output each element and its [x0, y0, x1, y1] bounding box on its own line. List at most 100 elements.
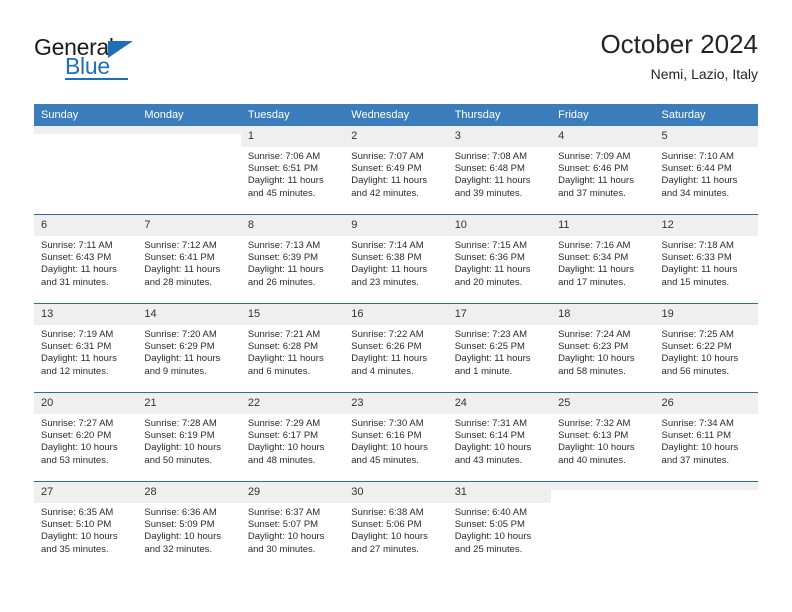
day-cell[interactable]: 3 Sunrise: 7:08 AM Sunset: 6:48 PM Dayli…	[447, 126, 552, 215]
day-number: 1	[240, 126, 345, 147]
sunset-text: Sunset: 6:29 PM	[144, 341, 215, 353]
calendar-body: 1 Sunrise: 7:06 AM Sunset: 6:51 PM Dayli…	[34, 126, 758, 570]
day-cell-inner: 6 Sunrise: 7:11 AM Sunset: 6:43 PM Dayli…	[34, 215, 138, 303]
day-cell-inner: 5 Sunrise: 7:10 AM Sunset: 6:44 PM Dayli…	[654, 126, 758, 214]
day-cell[interactable]: 19 Sunrise: 7:25 AM Sunset: 6:22 PM Dayl…	[654, 303, 758, 393]
day-cell[interactable]: 8 Sunrise: 7:13 AM Sunset: 6:39 PM Dayli…	[240, 214, 345, 304]
sunrise-text: Sunrise: 7:34 AM	[661, 418, 734, 429]
day-cell-inner: 12 Sunrise: 7:18 AM Sunset: 6:33 PM Dayl…	[654, 215, 758, 303]
day-cell[interactable]: 13 Sunrise: 7:19 AM Sunset: 6:31 PM Dayl…	[34, 303, 138, 393]
daylight-text-line2: and 34 minutes.	[661, 187, 730, 199]
day-number: 7	[137, 215, 241, 236]
week-row: 13 Sunrise: 7:19 AM Sunset: 6:31 PM Dayl…	[34, 303, 758, 393]
day-cell[interactable]: 21 Sunrise: 7:28 AM Sunset: 6:19 PM Dayl…	[137, 392, 241, 482]
day-details: Sunrise: 7:34 AM Sunset: 6:11 PM Dayligh…	[655, 414, 758, 467]
day-number: 26	[654, 393, 758, 414]
day-cell[interactable]: 24 Sunrise: 7:31 AM Sunset: 6:14 PM Dayl…	[447, 392, 552, 482]
day-cell[interactable]: 18 Sunrise: 7:24 AM Sunset: 6:23 PM Dayl…	[551, 303, 655, 393]
day-cell[interactable]: 20 Sunrise: 7:27 AM Sunset: 6:20 PM Dayl…	[34, 392, 138, 482]
daylight-text-line2: and 50 minutes.	[144, 454, 213, 466]
sunrise-text: Sunrise: 7:32 AM	[558, 418, 631, 429]
day-details: Sunrise: 7:07 AM Sunset: 6:49 PM Dayligh…	[344, 147, 447, 200]
day-cell-inner: 9 Sunrise: 7:14 AM Sunset: 6:38 PM Dayli…	[344, 215, 448, 303]
day-cell[interactable]	[654, 482, 758, 570]
daylight-text-line2: and 25 minutes.	[454, 543, 523, 555]
day-cell[interactable]: 11 Sunrise: 7:16 AM Sunset: 6:34 PM Dayl…	[551, 214, 655, 304]
day-cell-inner: 29 Sunrise: 6:37 AM Sunset: 5:07 PM Dayl…	[240, 482, 345, 570]
day-cell[interactable]: 26 Sunrise: 7:34 AM Sunset: 6:11 PM Dayl…	[654, 392, 758, 482]
sunset-text: Sunset: 6:43 PM	[41, 252, 112, 264]
day-details: Sunrise: 7:22 AM Sunset: 6:26 PM Dayligh…	[344, 325, 447, 378]
day-cell[interactable]: 12 Sunrise: 7:18 AM Sunset: 6:33 PM Dayl…	[654, 214, 758, 304]
daylight-text-line1: Daylight: 11 hours	[144, 353, 221, 365]
daylight-text-line2: and 31 minutes.	[41, 276, 109, 288]
day-cell-inner: 13 Sunrise: 7:19 AM Sunset: 6:31 PM Dayl…	[34, 304, 138, 392]
day-number: 5	[654, 126, 758, 147]
location-subtitle: Nemi, Lazio, Italy	[650, 66, 758, 82]
daylight-text-line2: and 45 minutes.	[351, 454, 419, 466]
daylight-text-line2: and 35 minutes.	[41, 543, 109, 555]
sunset-text: Sunset: 6:36 PM	[454, 252, 525, 264]
day-cell[interactable]: 15 Sunrise: 7:21 AM Sunset: 6:28 PM Dayl…	[240, 303, 345, 393]
day-cell-inner	[34, 126, 138, 214]
day-number: 27	[34, 482, 138, 503]
day-cell[interactable]: 17 Sunrise: 7:23 AM Sunset: 6:25 PM Dayl…	[447, 303, 552, 393]
sunset-text: Sunset: 6:23 PM	[558, 341, 629, 353]
sunrise-text: Sunrise: 7:10 AM	[661, 151, 734, 162]
daylight-text-line1: Daylight: 10 hours	[454, 531, 532, 543]
sunrise-text: Sunrise: 7:07 AM	[351, 151, 424, 162]
daylight-text-line1: Daylight: 11 hours	[247, 175, 324, 187]
day-number: 20	[34, 393, 138, 414]
day-cell[interactable]: 2 Sunrise: 7:07 AM Sunset: 6:49 PM Dayli…	[344, 126, 448, 215]
day-cell[interactable]: 29 Sunrise: 6:37 AM Sunset: 5:07 PM Dayl…	[240, 482, 345, 570]
daylight-text-line1: Daylight: 11 hours	[247, 264, 324, 276]
day-cell[interactable]	[137, 126, 241, 215]
day-cell[interactable]: 10 Sunrise: 7:15 AM Sunset: 6:36 PM Dayl…	[447, 214, 552, 304]
day-cell[interactable]: 6 Sunrise: 7:11 AM Sunset: 6:43 PM Dayli…	[34, 214, 138, 304]
sunrise-text: Sunrise: 7:19 AM	[41, 329, 114, 340]
sunset-text: Sunset: 6:14 PM	[454, 430, 525, 442]
calendar-header-row: Sunday Monday Tuesday Wednesday Thursday…	[34, 104, 758, 126]
day-cell[interactable]: 9 Sunrise: 7:14 AM Sunset: 6:38 PM Dayli…	[344, 214, 448, 304]
day-cell[interactable]: 4 Sunrise: 7:09 AM Sunset: 6:46 PM Dayli…	[551, 126, 655, 215]
sunrise-text: Sunrise: 7:11 AM	[41, 240, 113, 251]
daylight-text-line1: Daylight: 10 hours	[247, 442, 325, 454]
day-details: Sunrise: 7:28 AM Sunset: 6:19 PM Dayligh…	[137, 414, 240, 467]
day-cell[interactable]: 22 Sunrise: 7:29 AM Sunset: 6:17 PM Dayl…	[240, 392, 345, 482]
day-cell[interactable]: 30 Sunrise: 6:38 AM Sunset: 5:06 PM Dayl…	[344, 482, 448, 570]
sunset-text: Sunset: 6:46 PM	[558, 163, 629, 175]
day-cell[interactable]: 1 Sunrise: 7:06 AM Sunset: 6:51 PM Dayli…	[240, 126, 345, 215]
day-cell[interactable]: 23 Sunrise: 7:30 AM Sunset: 6:16 PM Dayl…	[344, 392, 448, 482]
day-cell[interactable]: 25 Sunrise: 7:32 AM Sunset: 6:13 PM Dayl…	[551, 392, 655, 482]
day-number	[551, 482, 655, 490]
sunrise-text: Sunrise: 7:13 AM	[247, 240, 321, 251]
day-cell[interactable]: 31 Sunrise: 6:40 AM Sunset: 5:05 PM Dayl…	[447, 482, 552, 570]
day-cell[interactable]: 28 Sunrise: 6:36 AM Sunset: 5:09 PM Dayl…	[137, 482, 241, 570]
day-number: 11	[551, 215, 655, 236]
week-row: 20 Sunrise: 7:27 AM Sunset: 6:20 PM Dayl…	[34, 392, 758, 482]
day-cell[interactable]	[34, 126, 138, 215]
day-cell[interactable]: 7 Sunrise: 7:12 AM Sunset: 6:41 PM Dayli…	[137, 214, 241, 304]
day-cell[interactable]: 16 Sunrise: 7:22 AM Sunset: 6:26 PM Dayl…	[344, 303, 448, 393]
day-cell[interactable]: 14 Sunrise: 7:20 AM Sunset: 6:29 PM Dayl…	[137, 303, 241, 393]
day-cell[interactable]: 5 Sunrise: 7:10 AM Sunset: 6:44 PM Dayli…	[654, 126, 758, 215]
daylight-text-line2: and 1 minute.	[454, 365, 513, 377]
sunset-text: Sunset: 5:07 PM	[247, 519, 319, 531]
weekday-header-monday: Monday	[137, 104, 241, 126]
daylight-text-line1: Daylight: 11 hours	[558, 264, 634, 276]
sunset-text: Sunset: 6:51 PM	[247, 163, 319, 175]
day-cell[interactable]: 27 Sunrise: 6:35 AM Sunset: 5:10 PM Dayl…	[34, 482, 138, 570]
day-details: Sunrise: 7:24 AM Sunset: 6:23 PM Dayligh…	[551, 325, 654, 378]
sunrise-text: Sunrise: 7:27 AM	[41, 418, 114, 429]
daylight-text-line2: and 37 minutes.	[661, 454, 730, 466]
day-cell[interactable]	[551, 482, 655, 570]
sunrise-text: Sunrise: 7:09 AM	[558, 151, 631, 162]
daylight-text-line1: Daylight: 11 hours	[661, 264, 738, 276]
day-cell-inner: 20 Sunrise: 7:27 AM Sunset: 6:20 PM Dayl…	[34, 393, 138, 481]
logo-underline	[65, 78, 128, 80]
page-header: General Blue October 2024 Nemi, Lazio, I…	[0, 0, 792, 100]
sunrise-text: Sunrise: 6:40 AM	[454, 507, 528, 518]
day-details: Sunrise: 7:31 AM Sunset: 6:14 PM Dayligh…	[448, 414, 551, 467]
day-cell-inner: 30 Sunrise: 6:38 AM Sunset: 5:06 PM Dayl…	[344, 482, 448, 570]
daylight-text-line1: Daylight: 10 hours	[351, 442, 428, 454]
